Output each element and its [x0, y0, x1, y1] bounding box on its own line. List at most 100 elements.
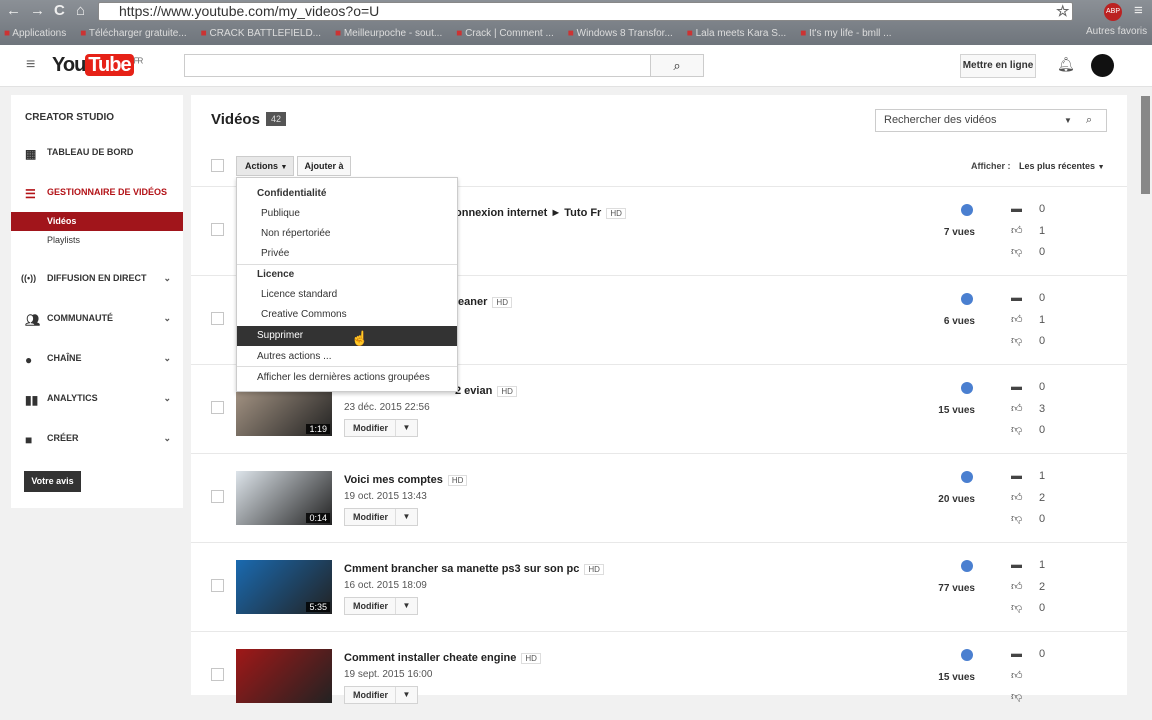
video-thumbnail[interactable]: 5:35 — [236, 560, 332, 614]
dropdown-item[interactable]: Non répertoriée — [237, 224, 457, 244]
dropdown-arrow-icon[interactable]: ▼ — [395, 509, 417, 525]
edit-button[interactable]: Modifier▼ — [344, 686, 418, 704]
video-checkbox[interactable] — [211, 401, 224, 414]
bookmark[interactable]: It's my life - bmll ... — [800, 24, 891, 44]
dropdown-item[interactable]: Afficher les dernières actions groupées — [237, 368, 457, 388]
hand-cursor-icon: ☝ — [351, 330, 369, 346]
dislike-count: 0 — [1039, 246, 1046, 258]
home-icon[interactable]: ⌂ — [76, 2, 85, 19]
hd-badge: HD — [497, 386, 517, 397]
avatar[interactable] — [1091, 54, 1114, 77]
dropdown-item[interactable]: Privée — [237, 244, 457, 264]
dropdown-arrow-icon[interactable]: ▼ — [395, 420, 417, 436]
dropdown-arrow-icon: ▼ — [1097, 164, 1105, 171]
video-search-input[interactable]: Rechercher des vidéos ▼ ⌕ — [875, 109, 1107, 132]
comment-count: 1 — [1039, 559, 1046, 571]
back-icon[interactable]: ← — [6, 2, 21, 19]
bookmark[interactable]: CRACK BATTLEFIELD... — [201, 24, 322, 44]
guide-menu-icon[interactable]: ≡ — [26, 56, 35, 74]
search-button[interactable]: ⌕ — [650, 54, 704, 77]
sidebar-item-playlists[interactable]: Playlists — [11, 235, 183, 245]
feedback-button[interactable]: Votre avis — [24, 471, 81, 492]
sidebar-item-create[interactable]: ■ CRÉER ⌄ — [11, 433, 183, 447]
sidebar-item-community[interactable]: 👥︎ COMMUNAUTÉ ⌄ — [11, 313, 183, 327]
video-checkbox[interactable] — [211, 312, 224, 325]
video-row: 0:14 Voici mes comptes HD 19 oct. 2015 13… — [191, 453, 1127, 542]
sidebar-item-video-manager[interactable]: ☰ GESTIONNAIRE DE VIDÉOS — [11, 187, 183, 201]
video-checkbox[interactable] — [211, 223, 224, 236]
video-row: 5:35 Cmment brancher sa manette ps3 sur … — [191, 542, 1127, 631]
video-title[interactable]: Voici mes comptes HD — [344, 474, 468, 486]
address-bar[interactable]: https://www.youtube.com/my_videos?o=U — [98, 2, 1073, 21]
video-title[interactable]: leaner HD — [455, 296, 512, 308]
public-globe-icon — [961, 471, 973, 483]
sidebar-item-videos[interactable]: Vidéos — [11, 212, 183, 231]
adblock-icon[interactable]: ABP — [1104, 3, 1122, 21]
dropdown-arrow-icon[interactable]: ▼ — [395, 598, 417, 614]
dislike-count: 0 — [1039, 513, 1046, 525]
bookmark[interactable]: Windows 8 Transfor... — [568, 24, 673, 44]
dropdown-item[interactable]: Publique — [237, 204, 457, 224]
video-duration: 0:14 — [306, 513, 330, 523]
dropdown-item[interactable]: Autres actions ... — [237, 347, 457, 367]
comment-icon: ▬ — [1011, 559, 1022, 571]
chevron-down-icon: ⌄ — [163, 313, 171, 323]
notifications-bell-icon[interactable]: 🔔︎ — [1057, 56, 1075, 73]
like-count: 2 — [1039, 581, 1046, 593]
edit-button[interactable]: Modifier▼ — [344, 508, 418, 526]
youtube-logo[interactable]: You Tube FR — [52, 54, 143, 77]
video-views: 20 vues — [938, 494, 975, 505]
like-count: 1 — [1039, 314, 1046, 326]
public-globe-icon — [961, 382, 973, 394]
bookmark[interactable]: Télécharger gratuite... — [80, 24, 187, 44]
video-thumbnail[interactable] — [236, 649, 332, 703]
video-duration: 5:35 — [306, 602, 330, 612]
video-views: 77 vues — [938, 583, 975, 594]
sidebar-item-dashboard[interactable]: ▦ TABLEAU DE BORD — [11, 147, 183, 161]
dropdown-arrow-icon[interactable]: ▼ — [1064, 110, 1072, 131]
edit-button[interactable]: Modifier▼ — [344, 419, 418, 437]
dropdown-item: Confidentialité — [257, 188, 327, 199]
hd-badge: HD — [606, 208, 626, 219]
video-title[interactable]: Cmment brancher sa manette ps3 sur son p… — [344, 563, 604, 575]
scrollbar-thumb[interactable] — [1141, 96, 1150, 194]
sidebar-item-channel[interactable]: ● CHAÎNE ⌄ — [11, 353, 183, 367]
add-to-button[interactable]: Ajouter à — [297, 156, 351, 176]
menu-icon[interactable]: ≡ — [1134, 2, 1143, 19]
video-thumbnail[interactable]: 0:14 — [236, 471, 332, 525]
dropdown-arrow-icon[interactable]: ▼ — [395, 687, 417, 703]
other-bookmarks[interactable]: Autres favoris — [1086, 26, 1147, 37]
video-date: 19 oct. 2015 13:43 — [344, 491, 427, 502]
dropdown-item[interactable]: Creative Commons — [237, 305, 457, 325]
video-checkbox[interactable] — [211, 579, 224, 592]
dropdown-item[interactable]: Licence standard — [237, 285, 457, 305]
video-title[interactable]: 2 evian HD — [455, 385, 517, 397]
video-count-badge: 42 — [266, 112, 287, 126]
video-checkbox[interactable] — [211, 490, 224, 503]
sidebar-item-live[interactable]: ((•)) DIFFUSION EN DIRECT ⌄ — [11, 273, 183, 283]
search-input[interactable] — [184, 54, 651, 77]
dropdown-item[interactable]: Supprimer — [237, 326, 457, 346]
like-icon: 👍︎ — [1011, 670, 1023, 682]
comment-count: 0 — [1039, 292, 1046, 304]
analytics-icon: ▮▮ — [25, 393, 39, 407]
actions-button[interactable]: Actions ▼ — [236, 156, 294, 176]
forward-icon[interactable]: → — [30, 2, 45, 19]
star-icon[interactable]: ☆ — [1056, 2, 1069, 20]
hd-badge: HD — [521, 653, 541, 664]
edit-button[interactable]: Modifier▼ — [344, 597, 418, 615]
bookmark[interactable]: Lala meets Kara S... — [687, 24, 787, 44]
video-title[interactable]: onnexion internet ► Tuto Fr HD — [455, 207, 626, 219]
sidebar-item-analytics[interactable]: ▮▮ ANALYTICS ⌄ — [11, 393, 183, 407]
bookmark[interactable]: Meilleurpoche - sout... — [335, 24, 442, 44]
search-icon[interactable]: ⌕ — [1086, 110, 1092, 131]
sort-dropdown[interactable]: Les plus récentes ▼ — [1019, 161, 1105, 171]
bookmark[interactable]: Crack | Comment ... — [456, 24, 554, 44]
creator-studio-title: CREATOR STUDIO — [25, 112, 115, 123]
upload-button[interactable]: Mettre en ligne — [960, 54, 1036, 78]
select-all-checkbox[interactable] — [211, 159, 224, 172]
reload-icon[interactable]: C — [54, 2, 65, 19]
search-icon: ⌕ — [673, 58, 681, 73]
video-title[interactable]: Comment installer cheate engine HD — [344, 652, 541, 664]
bookmark[interactable]: Applications — [4, 24, 66, 44]
